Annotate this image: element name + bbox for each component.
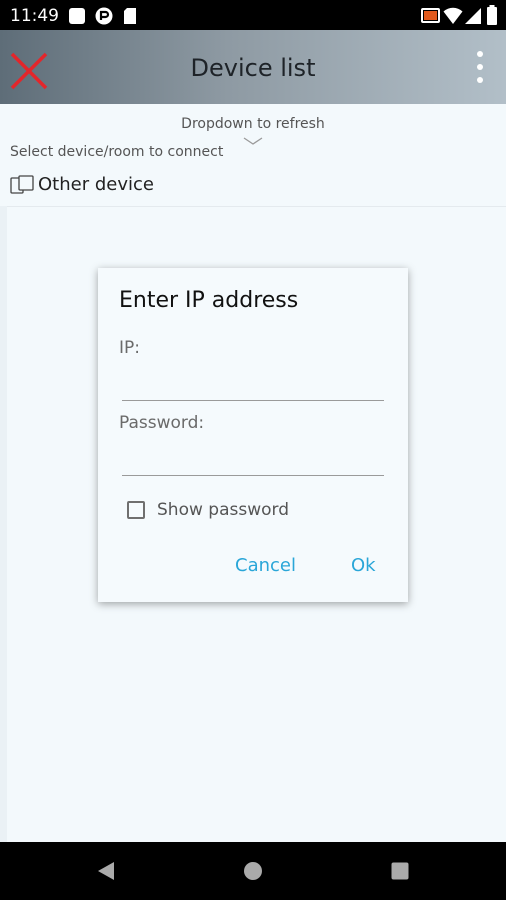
password-input[interactable] [122, 447, 384, 476]
signal-icon [464, 7, 482, 30]
cancel-button[interactable]: Cancel [235, 555, 296, 576]
status-bar: 11:49 [0, 0, 506, 30]
ip-dialog: Enter IP address IP: Password: Show pass… [98, 268, 408, 602]
wifi-icon [443, 7, 463, 30]
ip-label: IP: [119, 338, 140, 358]
battery-icon [486, 5, 498, 30]
page-title: Device list [190, 54, 316, 82]
list-item-label: Other device [38, 174, 154, 195]
notification-icon [68, 7, 86, 30]
select-label: Select device/room to connect [10, 144, 224, 160]
dialog-title: Enter IP address [119, 288, 299, 313]
status-time: 11:49 [10, 6, 59, 26]
device-icon [10, 175, 34, 200]
sd-card-icon [123, 7, 137, 30]
divider [0, 206, 7, 842]
show-password-checkbox[interactable] [127, 501, 145, 519]
home-icon[interactable] [243, 861, 263, 886]
chevron-down-icon [243, 132, 263, 150]
ok-button[interactable]: Ok [351, 555, 376, 576]
list-item[interactable]: Other device [0, 166, 506, 207]
nav-bar [0, 842, 506, 900]
refresh-hint: Dropdown to refresh [181, 116, 325, 132]
back-icon[interactable] [96, 861, 116, 886]
more-vert-icon[interactable] [472, 51, 488, 85]
app-bar: Device list [0, 30, 506, 104]
show-password-label[interactable]: Show password [157, 500, 289, 520]
cast-icon [421, 7, 441, 30]
ip-input[interactable] [122, 372, 384, 401]
recents-icon[interactable] [391, 862, 409, 885]
password-label: Password: [119, 413, 205, 433]
app-notification-icon [95, 7, 113, 30]
